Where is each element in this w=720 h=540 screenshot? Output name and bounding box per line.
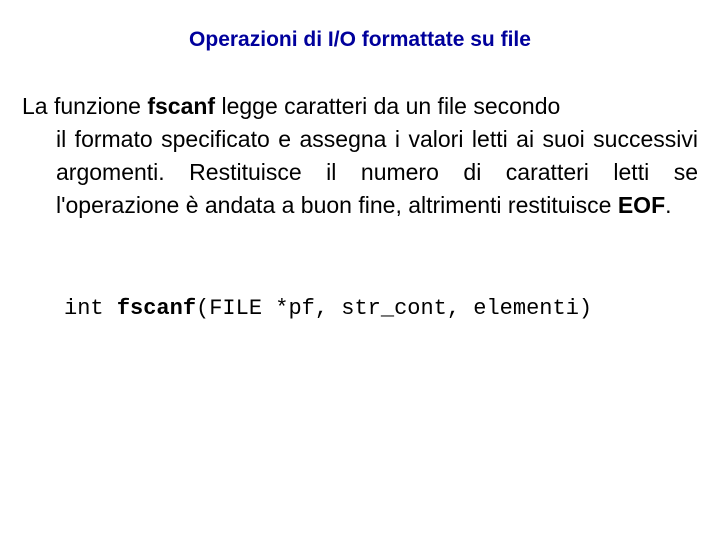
slide-title: Operazioni di I/O formattate su file (22, 28, 698, 52)
code-args: (FILE *pf, str_cont, elementi) (196, 296, 592, 321)
body-paragraph: La funzione fscanf legge caratteri da un… (22, 90, 698, 222)
para-eof: EOF (618, 192, 665, 218)
code-signature: int fscanf(FILE *pf, str_cont, elementi) (22, 296, 698, 321)
code-func-name: fscanf (117, 296, 196, 321)
code-return-type: int (64, 296, 117, 321)
para-lead: La funzione (22, 93, 147, 119)
para-func-name: fscanf (147, 93, 215, 119)
para-mid-rest: il formato specificato e assegna i valor… (56, 126, 698, 218)
para-end: . (665, 192, 671, 218)
para-mid-first: legge caratteri da un file secondo (215, 93, 560, 119)
para-rest: il formato specificato e assegna i valor… (22, 123, 698, 222)
